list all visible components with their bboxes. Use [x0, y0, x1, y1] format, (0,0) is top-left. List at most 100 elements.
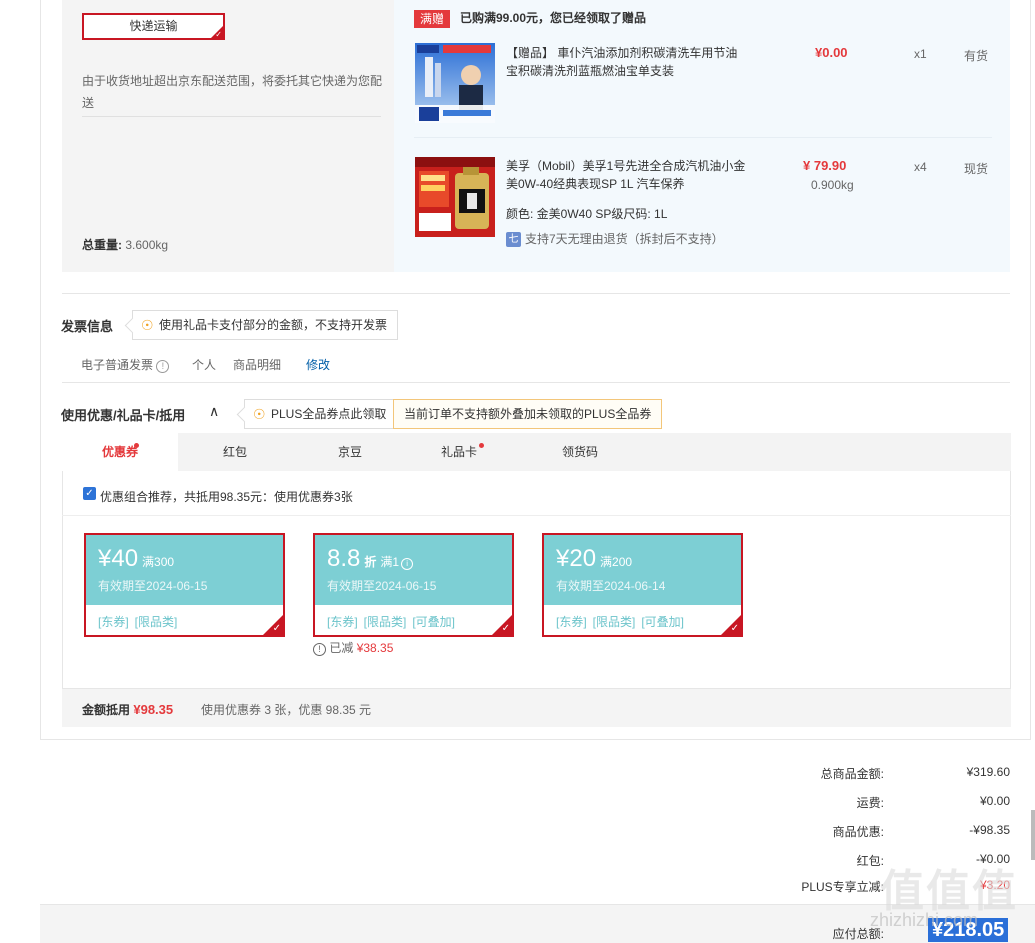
item-price: ¥0.00	[815, 45, 848, 60]
tab-giftcard[interactable]: 礼品卡	[408, 433, 510, 471]
coupon-tags: [东券] [限品类] [可叠加]	[556, 613, 690, 630]
coupon-tag: [限品类]	[592, 615, 636, 629]
check-icon: ✓	[730, 623, 739, 634]
discount-sum-desc: 使用优惠券 3 张，优惠 98.35 元	[201, 703, 372, 717]
coupon-amount: ¥40 满300	[98, 545, 174, 576]
info-icon: !	[313, 643, 326, 656]
invoice-title: 发票信息	[61, 319, 114, 334]
tab-dot	[134, 443, 139, 448]
shipping-method-label: 快递运输	[129, 19, 178, 33]
coupon-card[interactable]: ¥40 满300 有效期至2024-06-15 [东券] [限品类] ✓	[84, 533, 285, 637]
item-attributes: 颜色: 金美0W40 SP级尺码: 1L	[506, 207, 668, 221]
coupon-condition: 满1	[380, 555, 400, 569]
frame-bottom-border	[40, 739, 1031, 740]
item-title[interactable]: 美孚（Mobil）美孚1号先进全合成汽机油小金美0W-40经典表现SP 1L 汽…	[506, 157, 746, 193]
coupon-condition: 满300	[142, 555, 175, 569]
coupon-tags: [东券] [限品类] [可叠加]	[327, 613, 461, 630]
item-qty: x1	[914, 47, 927, 61]
shipping-note: 由于收货地址超出京东配送范围，将委托其它快递为您配送	[82, 74, 383, 110]
combo-checkbox[interactable]: ✓	[83, 487, 96, 500]
divider	[82, 116, 381, 117]
coupon-valid: 有效期至2024-06-14	[556, 579, 666, 593]
coupon-value: 8.8	[327, 545, 361, 572]
return-policy-text: 支持7天无理由退货（拆封后不支持）	[525, 232, 724, 246]
invoice-type-text: 电子普通发票	[81, 358, 154, 372]
tab-coupon[interactable]: 优惠券	[62, 433, 178, 471]
freight-value: ¥0.00	[979, 794, 1010, 808]
discount-title: 使用优惠/礼品卡/抵用	[61, 408, 186, 423]
item-qty: x4	[914, 160, 927, 174]
invoice-type: 电子普通发票 !	[81, 356, 170, 373]
plus-coupon-tip[interactable]: ☉ PLUS全品券点此领取	[236, 399, 398, 429]
tab-redpack[interactable]: 红包	[178, 433, 292, 471]
coupon-value: ¥40	[98, 545, 139, 572]
plus-coupon-link[interactable]: PLUS全品券点此领取	[271, 407, 386, 421]
weight-value: 3.600kg	[125, 238, 169, 252]
total-goods-value: ¥319.60	[966, 765, 1010, 779]
item-weight: 0.900kg	[811, 178, 854, 192]
item-stock: 现货	[964, 162, 989, 176]
invoice-tip: ☉ 使用礼品卡支付部分的金额，不支持开发票	[124, 310, 399, 340]
invoice-modify-link[interactable]: 修改	[306, 356, 330, 373]
invoice-tip-text: 使用礼品卡支付部分的金额，不支持开发票	[159, 318, 388, 332]
coupon-tag: [限品类]	[363, 615, 407, 629]
info-icon[interactable]: !	[156, 360, 170, 373]
plus-notice: 当前订单不支持额外叠加未领取的PLUS全品券	[393, 399, 663, 429]
divider	[62, 515, 1011, 516]
item-price: ¥ 79.90	[803, 158, 847, 173]
mobil-product-image[interactable]	[415, 157, 495, 237]
check-icon: ✓	[272, 623, 281, 634]
tab-jingdou[interactable]: 京豆	[292, 433, 408, 471]
gift-tag: 满赠	[414, 10, 451, 28]
check-icon: ✓	[501, 623, 510, 634]
coupon-tag: [东券]	[556, 615, 587, 629]
divider	[62, 293, 1010, 294]
tab-label: 礼品卡	[440, 445, 477, 459]
frame-left-border	[40, 0, 41, 740]
plus-discount-label: PLUS专享立减:	[801, 880, 884, 894]
item-title[interactable]: 【赠品】 車仆汽油添加剂积碳清洗车用节油宝积碳清洗剂蓝瓶燃油宝单支装	[506, 44, 746, 80]
coupon-valid: 有效期至2024-06-15	[98, 579, 208, 593]
reduced-label: 已减	[329, 641, 354, 655]
chevron-up-icon[interactable]: ∧	[209, 403, 219, 420]
goods-discount-value: -¥98.35	[969, 823, 1010, 837]
tab-pickup-code[interactable]: 领货码	[510, 433, 650, 471]
total-goods-label: 总商品金额:	[820, 767, 884, 781]
frame-right-border	[1030, 0, 1031, 740]
invoice-recipient: 个人	[192, 358, 217, 372]
coupon-card[interactable]: ¥20 满200 有效期至2024-06-14 [东券] [限品类] [可叠加] ✓	[542, 533, 743, 637]
sum-label: 金额抵用	[82, 703, 131, 717]
coupon-unit: 折	[364, 555, 377, 569]
tab-label: 红包	[222, 445, 247, 459]
info-icon[interactable]: i	[401, 558, 414, 570]
freight-label: 运费:	[856, 796, 884, 810]
coupon-condition: 满200	[600, 555, 633, 569]
check-icon: ✓	[215, 30, 222, 39]
tip-arrow	[124, 317, 141, 334]
payable-label: 应付总额:	[832, 927, 884, 941]
gift-product-image[interactable]	[415, 43, 495, 123]
invoice-content: 商品明细	[233, 358, 282, 372]
coupon-tag: [可叠加]	[412, 615, 456, 629]
coupon-tag: [东券]	[327, 615, 358, 629]
coupon-reduced: ! 已减 ¥38.35	[313, 639, 393, 656]
gift-message: 已购满99.00元，您已经领取了赠品	[460, 11, 647, 25]
divider	[62, 382, 1010, 383]
coupon-value: ¥20	[556, 545, 597, 572]
redpack-label: 红包:	[856, 854, 884, 868]
coupon-amount: 8.8 折满1 i	[327, 545, 414, 576]
return-policy: 七支持7天无理由退货（拆封后不支持）	[506, 230, 724, 248]
coupon-amount: ¥20 满200	[556, 545, 632, 576]
shipping-method-button[interactable]: 快递运输 ✓	[82, 13, 225, 40]
coupon-tag: [可叠加]	[641, 615, 685, 629]
sum-value: ¥98.35	[133, 702, 174, 717]
coupon-tag: [限品类]	[134, 615, 178, 629]
discount-sum: 金额抵用 ¥98.35	[82, 701, 173, 718]
coupon-card[interactable]: 8.8 折满1 i 有效期至2024-06-15 [东券] [限品类] [可叠加] ✓	[313, 533, 514, 637]
scrollbar-thumb[interactable]	[1031, 810, 1035, 860]
coupon-tag: [东券]	[98, 615, 129, 629]
return-7day-icon: 七	[506, 232, 521, 248]
reduced-value: ¥38.35	[356, 641, 394, 655]
coupon-tags: [东券] [限品类]	[98, 613, 183, 630]
lightbulb-icon: ☉	[141, 317, 154, 333]
